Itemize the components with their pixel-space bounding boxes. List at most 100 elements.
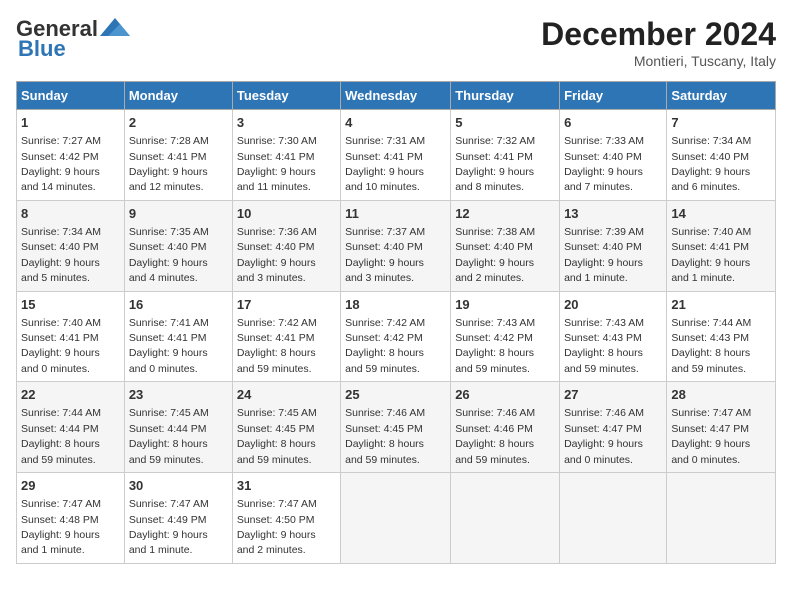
calendar-cell: 6 Sunrise: 7:33 AM Sunset: 4:40 PM Daylig… (560, 110, 667, 201)
calendar-cell: 23Sunrise: 7:45 AM Sunset: 4:44 PM Dayli… (124, 382, 232, 473)
day-info: Sunrise: 7:47 AM Sunset: 4:50 PM Dayligh… (237, 498, 317, 556)
calendar-cell (667, 473, 776, 564)
calendar-cell: 17 Sunrise: 7:42 AM Sunset: 4:41 PM Dayli… (232, 291, 340, 382)
day-info: Sunrise: 7:43 AM Sunset: 4:43 PM Dayligh… (564, 317, 644, 375)
calendar-cell: 18 Sunrise: 7:42 AM Sunset: 4:42 PM Dayli… (341, 291, 451, 382)
logo-icon (100, 16, 130, 38)
calendar-week-1: 1Sunrise: 7:27 AM Sunset: 4:42 PM Daylig… (17, 110, 776, 201)
calendar-cell: 26Sunrise: 7:46 AM Sunset: 4:46 PM Dayli… (451, 382, 560, 473)
day-info: Sunrise: 7:46 AM Sunset: 4:47 PM Dayligh… (564, 407, 644, 465)
calendar-cell: 5Sunrise: 7:32 AM Sunset: 4:41 PM Daylig… (451, 110, 560, 201)
calendar-table: SundayMondayTuesdayWednesdayThursdayFrid… (16, 81, 776, 564)
day-info: Sunrise: 7:35 AM Sunset: 4:40 PM Dayligh… (129, 226, 209, 284)
calendar-cell: 12 Sunrise: 7:38 AM Sunset: 4:40 PM Dayli… (451, 200, 560, 291)
calendar-cell: 15Sunrise: 7:40 AM Sunset: 4:41 PM Dayli… (17, 291, 125, 382)
calendar-cell: 8 Sunrise: 7:34 AM Sunset: 4:40 PM Daylig… (17, 200, 125, 291)
col-header-monday: Monday (124, 82, 232, 110)
page-header: General Blue December 2024 Montieri, Tus… (16, 16, 776, 69)
calendar-cell: 30Sunrise: 7:47 AM Sunset: 4:49 PM Dayli… (124, 473, 232, 564)
day-info: Sunrise: 7:42 AM Sunset: 4:41 PM Dayligh… (237, 317, 317, 375)
day-info: Sunrise: 7:36 AM Sunset: 4:40 PM Dayligh… (237, 226, 317, 284)
calendar-cell: 11 Sunrise: 7:37 AM Sunset: 4:40 PM Dayli… (341, 200, 451, 291)
day-info: Sunrise: 7:37 AM Sunset: 4:40 PM Dayligh… (345, 226, 425, 284)
calendar-cell: 21 Sunrise: 7:44 AM Sunset: 4:43 PM Dayli… (667, 291, 776, 382)
calendar-cell: 10 Sunrise: 7:36 AM Sunset: 4:40 PM Dayli… (232, 200, 340, 291)
day-info: Sunrise: 7:28 AM Sunset: 4:41 PM Dayligh… (129, 135, 209, 193)
day-number: 26 (455, 386, 555, 404)
day-number: 3 (237, 114, 336, 132)
calendar-cell (341, 473, 451, 564)
day-number: 12 (455, 205, 555, 223)
calendar-cell: 27Sunrise: 7:46 AM Sunset: 4:47 PM Dayli… (560, 382, 667, 473)
day-number: 4 (345, 114, 446, 132)
calendar-cell: 3 Sunrise: 7:30 AM Sunset: 4:41 PM Daylig… (232, 110, 340, 201)
day-info: Sunrise: 7:32 AM Sunset: 4:41 PM Dayligh… (455, 135, 535, 193)
calendar-cell: 13Sunrise: 7:39 AM Sunset: 4:40 PM Dayli… (560, 200, 667, 291)
day-info: Sunrise: 7:41 AM Sunset: 4:41 PM Dayligh… (129, 317, 209, 375)
calendar-cell: 2Sunrise: 7:28 AM Sunset: 4:41 PM Daylig… (124, 110, 232, 201)
day-number: 25 (345, 386, 446, 404)
month-title: December 2024 (541, 16, 776, 53)
calendar-cell: 7 Sunrise: 7:34 AM Sunset: 4:40 PM Daylig… (667, 110, 776, 201)
logo-text-blue: Blue (18, 36, 66, 62)
day-number: 22 (21, 386, 120, 404)
col-header-sunday: Sunday (17, 82, 125, 110)
col-header-saturday: Saturday (667, 82, 776, 110)
day-number: 11 (345, 205, 446, 223)
day-info: Sunrise: 7:34 AM Sunset: 4:40 PM Dayligh… (671, 135, 751, 193)
calendar-cell: 14Sunrise: 7:40 AM Sunset: 4:41 PM Dayli… (667, 200, 776, 291)
day-number: 6 (564, 114, 662, 132)
day-number: 31 (237, 477, 336, 495)
calendar-week-5: 29 Sunrise: 7:47 AM Sunset: 4:48 PM Dayli… (17, 473, 776, 564)
calendar-week-3: 15Sunrise: 7:40 AM Sunset: 4:41 PM Dayli… (17, 291, 776, 382)
day-info: Sunrise: 7:31 AM Sunset: 4:41 PM Dayligh… (345, 135, 425, 193)
day-number: 24 (237, 386, 336, 404)
calendar-cell: 31 Sunrise: 7:47 AM Sunset: 4:50 PM Dayli… (232, 473, 340, 564)
day-number: 7 (671, 114, 771, 132)
day-number: 23 (129, 386, 228, 404)
day-number: 8 (21, 205, 120, 223)
day-info: Sunrise: 7:47 AM Sunset: 4:47 PM Dayligh… (671, 407, 751, 465)
day-info: Sunrise: 7:34 AM Sunset: 4:40 PM Dayligh… (21, 226, 101, 284)
calendar-cell: 1Sunrise: 7:27 AM Sunset: 4:42 PM Daylig… (17, 110, 125, 201)
calendar-cell: 22Sunrise: 7:44 AM Sunset: 4:44 PM Dayli… (17, 382, 125, 473)
logo: General Blue (16, 16, 130, 62)
day-info: Sunrise: 7:30 AM Sunset: 4:41 PM Dayligh… (237, 135, 317, 193)
calendar-cell: 9 Sunrise: 7:35 AM Sunset: 4:40 PM Daylig… (124, 200, 232, 291)
col-header-friday: Friday (560, 82, 667, 110)
calendar-cell: 16 Sunrise: 7:41 AM Sunset: 4:41 PM Dayli… (124, 291, 232, 382)
day-number: 15 (21, 296, 120, 314)
day-number: 20 (564, 296, 662, 314)
calendar-cell: 4 Sunrise: 7:31 AM Sunset: 4:41 PM Daylig… (341, 110, 451, 201)
day-info: Sunrise: 7:44 AM Sunset: 4:43 PM Dayligh… (671, 317, 751, 375)
day-info: Sunrise: 7:47 AM Sunset: 4:49 PM Dayligh… (129, 498, 209, 556)
day-number: 9 (129, 205, 228, 223)
day-info: Sunrise: 7:33 AM Sunset: 4:40 PM Dayligh… (564, 135, 644, 193)
day-number: 21 (671, 296, 771, 314)
calendar-cell: 25 Sunrise: 7:46 AM Sunset: 4:45 PM Dayli… (341, 382, 451, 473)
day-info: Sunrise: 7:38 AM Sunset: 4:40 PM Dayligh… (455, 226, 535, 284)
day-number: 29 (21, 477, 120, 495)
day-number: 17 (237, 296, 336, 314)
day-info: Sunrise: 7:27 AM Sunset: 4:42 PM Dayligh… (21, 135, 101, 193)
calendar-week-2: 8 Sunrise: 7:34 AM Sunset: 4:40 PM Daylig… (17, 200, 776, 291)
col-header-wednesday: Wednesday (341, 82, 451, 110)
day-number: 10 (237, 205, 336, 223)
day-number: 28 (671, 386, 771, 404)
day-number: 18 (345, 296, 446, 314)
day-info: Sunrise: 7:39 AM Sunset: 4:40 PM Dayligh… (564, 226, 644, 284)
day-info: Sunrise: 7:47 AM Sunset: 4:48 PM Dayligh… (21, 498, 101, 556)
calendar-cell (451, 473, 560, 564)
calendar-cell (560, 473, 667, 564)
day-number: 14 (671, 205, 771, 223)
calendar-header-row: SundayMondayTuesdayWednesdayThursdayFrid… (17, 82, 776, 110)
day-info: Sunrise: 7:43 AM Sunset: 4:42 PM Dayligh… (455, 317, 535, 375)
day-number: 16 (129, 296, 228, 314)
col-header-tuesday: Tuesday (232, 82, 340, 110)
location-subtitle: Montieri, Tuscany, Italy (541, 53, 776, 69)
calendar-cell: 29 Sunrise: 7:47 AM Sunset: 4:48 PM Dayli… (17, 473, 125, 564)
day-number: 19 (455, 296, 555, 314)
calendar-cell: 19 Sunrise: 7:43 AM Sunset: 4:42 PM Dayli… (451, 291, 560, 382)
day-info: Sunrise: 7:42 AM Sunset: 4:42 PM Dayligh… (345, 317, 425, 375)
day-info: Sunrise: 7:46 AM Sunset: 4:45 PM Dayligh… (345, 407, 425, 465)
